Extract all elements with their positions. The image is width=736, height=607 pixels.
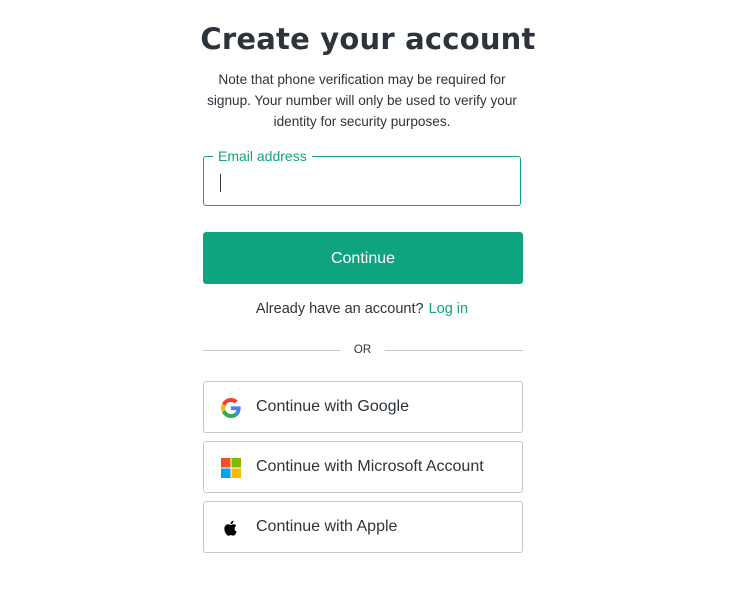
email-field[interactable]: Email address — [203, 147, 521, 206]
continue-with-microsoft-button[interactable]: Continue with Microsoft Account — [203, 441, 523, 493]
signup-page: Create your account Note that phone veri… — [0, 0, 736, 607]
phone-verification-note: Note that phone verification may be requ… — [207, 72, 517, 129]
continue-with-apple-button[interactable]: Continue with Apple — [203, 501, 523, 553]
google-logo-icon — [221, 398, 241, 418]
login-link[interactable]: Log in — [429, 301, 469, 317]
divider-line-right — [385, 350, 523, 351]
microsoft-button-label: Continue with Microsoft Account — [256, 458, 484, 475]
page-title: Create your account — [200, 22, 536, 56]
or-divider: OR — [203, 342, 523, 358]
email-field-label: Email address — [213, 147, 312, 165]
apple-button-label: Continue with Apple — [256, 518, 398, 535]
divider-label: OR — [353, 344, 372, 356]
login-prompt-row: Already have an account? Log in — [0, 301, 724, 317]
continue-button[interactable]: Continue — [203, 232, 523, 284]
text-cursor — [220, 174, 221, 192]
continue-with-google-button[interactable]: Continue with Google — [203, 381, 523, 433]
microsoft-logo-icon — [221, 458, 241, 478]
email-input[interactable] — [217, 165, 507, 197]
apple-logo-icon — [221, 518, 241, 538]
login-prompt-text: Already have an account? — [255, 301, 424, 317]
google-button-label: Continue with Google — [256, 398, 409, 415]
divider-line-left — [203, 350, 340, 351]
